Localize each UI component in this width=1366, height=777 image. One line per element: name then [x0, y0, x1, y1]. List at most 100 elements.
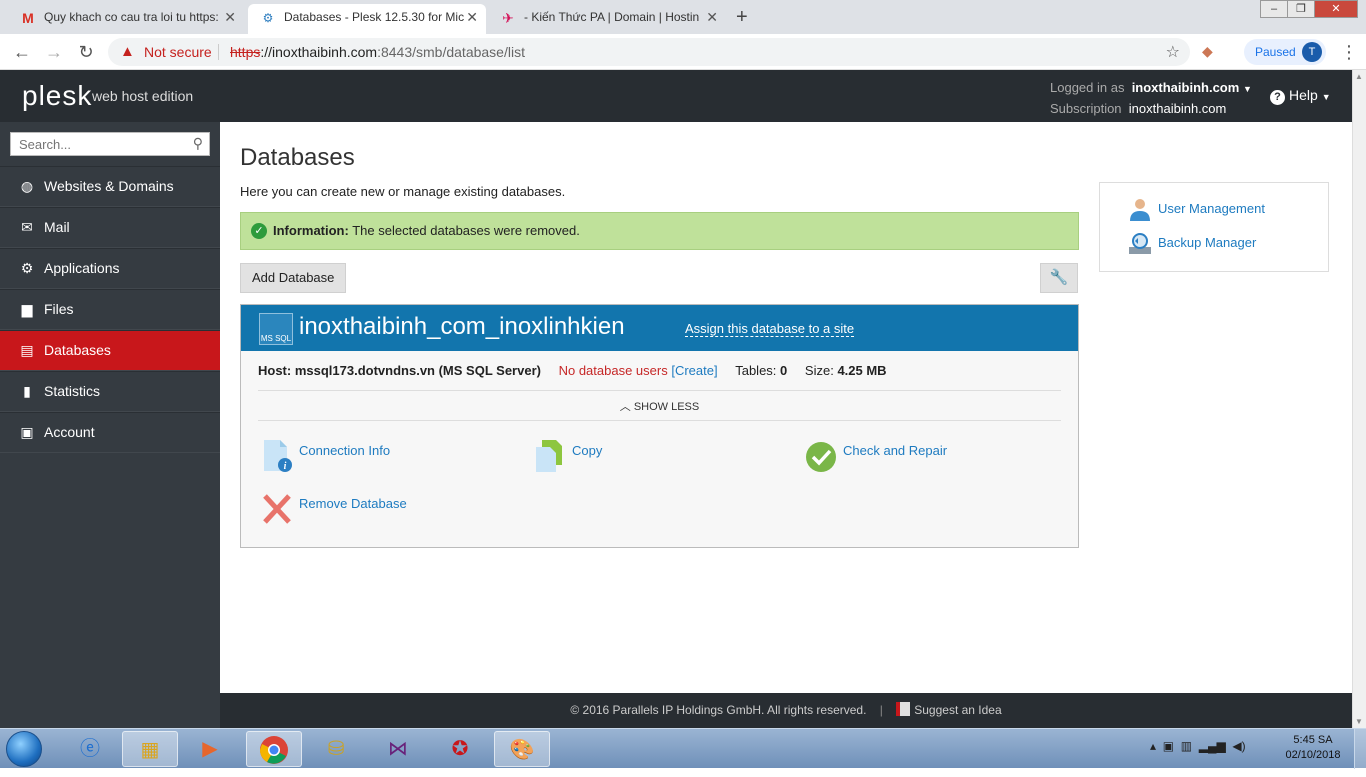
envelope-icon: ✉: [21, 219, 33, 235]
system-tray: ▴ ▣ ▥ ▂▄▆ ◀): [1150, 739, 1246, 753]
help-label: Help: [1289, 87, 1318, 103]
sidebar-item-applications[interactable]: ⚙ Applications: [0, 248, 220, 289]
tables-value: 0: [780, 363, 788, 378]
scroll-down-icon[interactable]: ▼: [1355, 717, 1363, 726]
volume-icon[interactable]: ◀): [1232, 739, 1245, 753]
red-app-icon[interactable]: ✪: [432, 731, 488, 767]
clock-time: 5:45 SA: [1293, 734, 1333, 746]
show-less-toggle[interactable]: ︿ SHOW LESS: [241, 398, 1078, 414]
not-secure-label[interactable]: Not secure: [144, 44, 212, 60]
assign-database-link[interactable]: Assign this database to a site: [685, 321, 855, 337]
tray-expand-icon[interactable]: ▴: [1150, 739, 1156, 753]
search-input[interactable]: [11, 133, 181, 155]
help-menu[interactable]: ? Help ▼: [1270, 87, 1331, 105]
sidebar-item-statistics[interactable]: ▮ Statistics: [0, 371, 220, 412]
scroll-up-icon[interactable]: ▲: [1355, 72, 1363, 81]
sidebar-item-account[interactable]: ▣ Account: [0, 412, 220, 453]
create-user-link[interactable]: [Create]: [671, 363, 717, 378]
sidebar-item-label: Statistics: [44, 383, 101, 399]
media-player-icon[interactable]: ▶: [182, 731, 238, 767]
mssql-icon: MS SQL: [259, 313, 293, 345]
sidebar-nav: ◍ Websites & Domains ✉ Mail ⚙ Applicatio…: [0, 166, 220, 453]
plesk-tab-icon: ⚙: [262, 11, 274, 25]
sidebar-item-websites-domains[interactable]: ◍ Websites & Domains: [0, 166, 220, 207]
avatar: T: [1302, 42, 1322, 62]
copy-action[interactable]: Copy: [534, 440, 602, 475]
extension-icon[interactable]: ◆: [1202, 43, 1213, 60]
subscription-selector[interactable]: inoxthaibinh.com: [1129, 101, 1227, 116]
add-database-button[interactable]: Add Database: [240, 263, 347, 293]
minimize-icon[interactable]: –: [1260, 0, 1288, 18]
browser-tab-pa[interactable]: ✈ - Kiến Thức PA | Domain | Hostin ✕: [488, 4, 726, 34]
check-repair-action[interactable]: Check and Repair: [805, 441, 947, 475]
help-question-icon: ?: [1270, 90, 1285, 105]
vertical-scrollbar[interactable]: ▲ ▼: [1352, 70, 1366, 728]
bookmark-star-icon[interactable]: ☆: [1166, 42, 1180, 62]
page-title: Databases: [240, 144, 355, 171]
check-circle-icon: ✓: [251, 223, 267, 239]
copy-icon: [536, 440, 562, 472]
browser-tab-plesk[interactable]: ⚙ Databases - Plesk 12.5.30 for Mic ✕: [248, 4, 486, 34]
new-tab-button[interactable]: +: [736, 4, 748, 30]
backup-icon: [1129, 233, 1151, 254]
search-icon[interactable]: ⚲: [193, 135, 203, 152]
remove-x-icon: [263, 494, 291, 524]
connection-info-action[interactable]: i Connection Info: [261, 440, 390, 475]
restore-icon[interactable]: ❐: [1287, 0, 1315, 18]
id-card-icon: ▣: [20, 424, 34, 440]
back-arrow-icon[interactable]: ←: [10, 40, 34, 64]
backup-manager-link[interactable]: Backup Manager: [1128, 233, 1256, 254]
url-scheme: https: [230, 44, 261, 60]
chrome-icon[interactable]: [246, 731, 302, 767]
url-separator: [218, 44, 219, 60]
suggest-idea-label: Suggest an Idea: [914, 703, 1002, 717]
user-management-link[interactable]: User Management: [1128, 199, 1265, 221]
sidebar-item-databases[interactable]: ▤ Databases: [0, 330, 220, 371]
browser-tab-gmail[interactable]: M Quy khach co cau tra loi tu https: ✕: [8, 4, 244, 34]
show-less-label: SHOW LESS: [633, 401, 700, 413]
sidebar-item-files[interactable]: ▆ Files: [0, 289, 220, 330]
caret-down-icon: ▼: [1242, 84, 1252, 94]
show-desktop-button[interactable]: [1354, 729, 1366, 769]
database-meta: Host: mssql173.dotvndns.vn (MS SQL Serve…: [258, 363, 887, 378]
divider: [258, 390, 1061, 391]
search-box: ⚲: [10, 132, 210, 156]
page-description: Here you can create new or manage existi…: [240, 184, 566, 199]
system-clock[interactable]: 5:45 SA 02/10/2018: [1276, 733, 1350, 763]
network-icon[interactable]: ▣: [1163, 739, 1174, 753]
profile-paused-button[interactable]: Paused T: [1244, 39, 1326, 65]
plesk-logo[interactable]: plesk: [22, 80, 92, 112]
bar-chart-icon: ▮: [23, 383, 31, 399]
browser-menu-icon[interactable]: ⋮: [1340, 42, 1358, 62]
reload-icon[interactable]: ↻: [74, 40, 98, 64]
check-repair-label: Check and Repair: [843, 443, 948, 458]
sidebar-item-mail[interactable]: ✉ Mail: [0, 207, 220, 248]
sidebar-item-label: Files: [44, 301, 74, 317]
close-tab-icon[interactable]: ✕: [466, 4, 478, 30]
visual-studio-icon[interactable]: ⋈: [370, 731, 426, 767]
file-explorer-icon[interactable]: ▦: [122, 731, 178, 767]
suggest-idea-link[interactable]: Suggest an Idea: [896, 702, 1002, 717]
database-panel: MS SQL inoxthaibinh_com_inoxlinhkien Ass…: [240, 304, 1079, 548]
globe-icon: ◍: [20, 178, 34, 194]
remove-database-action[interactable]: Remove Database: [261, 494, 407, 528]
sidebar-item-label: Websites & Domains: [44, 178, 174, 194]
svg-text:i: i: [284, 461, 287, 472]
account-menu[interactable]: inoxthaibinh.com: [1132, 80, 1240, 95]
close-tab-icon[interactable]: ✕: [224, 4, 236, 30]
forward-arrow-icon[interactable]: →: [42, 40, 66, 64]
url-text[interactable]: https://inoxthaibinh.com:8443/smb/databa…: [230, 44, 525, 60]
settings-wrench-button[interactable]: 🔧: [1040, 263, 1078, 293]
size-value: 4.25 MB: [837, 363, 887, 378]
address-bar[interactable]: ▲ Not secure https://inoxthaibinh.com:84…: [108, 38, 1190, 66]
start-button[interactable]: [6, 731, 42, 767]
power-icon[interactable]: ▥: [1181, 739, 1192, 753]
mssql-icon-label: MS SQL: [260, 334, 292, 343]
close-tab-icon[interactable]: ✕: [706, 4, 718, 30]
paint-icon[interactable]: 🎨: [494, 731, 550, 767]
database-tool-icon[interactable]: ⛁: [308, 731, 364, 767]
signal-icon[interactable]: ▂▄▆: [1199, 739, 1226, 753]
internet-explorer-icon[interactable]: ⓔ: [62, 731, 118, 767]
paused-label: Paused: [1255, 45, 1296, 59]
window-close-icon[interactable]: ✕: [1314, 0, 1358, 18]
